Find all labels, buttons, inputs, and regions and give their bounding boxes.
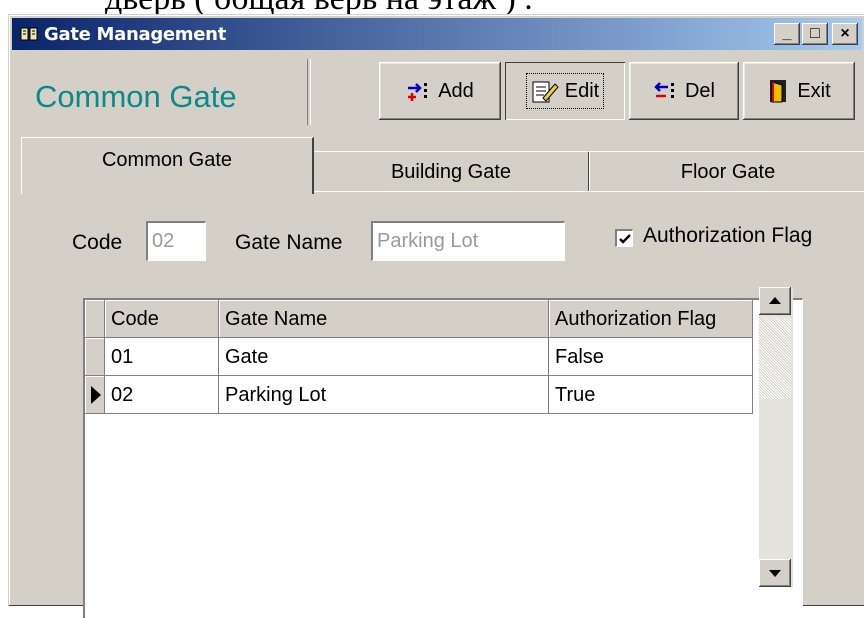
tab-floor-gate[interactable]: Floor Gate [589,151,864,192]
tab-building-gate[interactable]: Building Gate [313,151,590,192]
row-indicator[interactable] [85,376,105,414]
current-row-arrow-icon [91,386,101,404]
table-cell-gate-name[interactable]: Parking Lot [219,376,549,414]
column-header-code[interactable]: Code [105,300,219,338]
table-cell-authorization-flag[interactable]: False [549,338,753,376]
exit-door-icon [770,80,787,103]
checkmark-icon [619,234,631,244]
add-record-icon [408,83,428,101]
add-label: Add [438,79,474,102]
edit-focus-rect: Edit [525,73,605,109]
exit-button[interactable]: Exit [743,62,855,120]
title-bar[interactable]: Gate Management _ □ × [12,18,862,50]
maximize-button[interactable]: □ [802,23,828,45]
gate-management-window: Gate Management _ □ × Common Gate Add Ed… [8,14,864,618]
window-controls: _ □ × [772,23,858,45]
close-button[interactable]: × [832,23,858,45]
edit-record-icon [532,81,559,103]
window-title: Gate Management [44,24,226,45]
arrow-down-icon [769,570,781,577]
table-cell-authorization-flag[interactable]: True [549,376,753,414]
arrow-up-icon [769,297,781,304]
tab-strip: Common Gate Building Gate Floor Gate [21,137,864,197]
page-title: Common Gate [35,79,237,114]
delete-label: Del [684,79,715,102]
minimize-icon: _ [782,25,792,42]
edit-label: Edit [564,79,600,102]
grid-vertical-scrollbar[interactable] [759,287,793,587]
delete-record-icon [654,82,674,98]
authorization-label: Authorization Flag [643,224,813,247]
exit-label: Exit [797,79,831,102]
table-cell-gate-name[interactable]: Gate [219,338,549,376]
scroll-up-button[interactable] [759,287,791,315]
column-header-gate-name[interactable]: Gate Name [219,300,549,338]
grid-corner-cell [85,300,105,338]
code-label: Code [72,231,123,254]
gates-grid: Code Gate Name Authorization Flag 01 Gat… [83,298,803,618]
scroll-down-button[interactable] [759,559,791,587]
edit-button[interactable]: Edit [505,62,625,120]
delete-button[interactable]: Del [629,62,739,120]
tab-common-gate[interactable]: Common Gate [21,137,314,194]
authorization-checkbox[interactable] [615,229,633,247]
scroll-thumb[interactable] [759,317,791,399]
column-header-authorization-flag[interactable]: Authorization Flag [549,300,753,338]
minimize-button[interactable]: _ [774,23,800,45]
code-field[interactable]: 02 [146,221,206,261]
maximize-icon: □ [810,25,820,42]
row-indicator[interactable] [85,338,105,376]
app-book-icon [20,27,38,41]
table-cell-code[interactable]: 01 [105,338,219,376]
gate-name-label: Gate Name [235,231,343,254]
header-divider [307,59,311,125]
add-button[interactable]: Add [379,62,501,120]
gate-name-field[interactable]: Parking Lot [371,221,565,261]
table-cell-code[interactable]: 02 [105,376,219,414]
close-icon: × [840,25,850,42]
